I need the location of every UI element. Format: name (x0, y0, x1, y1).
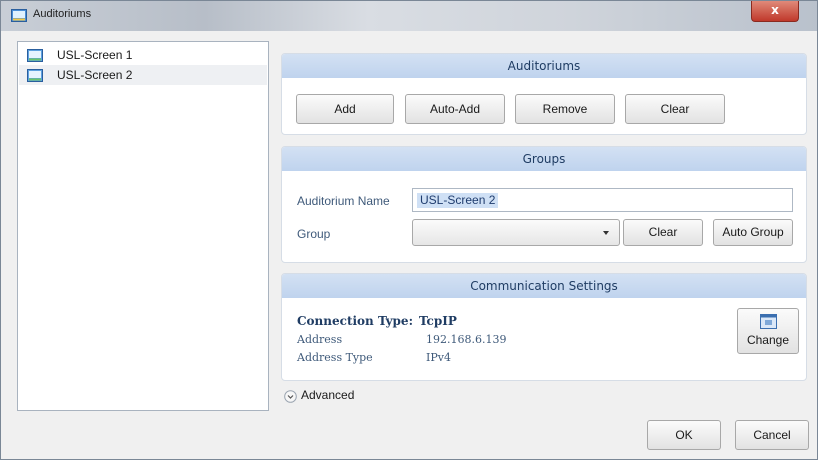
auditorium-name-input[interactable]: USL-Screen 2 (412, 188, 793, 212)
auditorium-name-label: Auditorium Name (297, 194, 390, 208)
advanced-expander[interactable]: Advanced (301, 388, 354, 402)
address-value: 192.168.6.139 (426, 333, 507, 346)
auto-group-button[interactable]: Auto Group (713, 219, 793, 246)
cancel-button[interactable]: Cancel (735, 420, 809, 450)
dropdown-arrow-icon (603, 231, 609, 235)
auditorium-icon (27, 48, 43, 62)
address-label: Address (297, 333, 343, 346)
change-button-label: Change (746, 333, 790, 347)
settings-dialog-icon (760, 314, 777, 329)
address-type-value: IPv4 (426, 351, 451, 364)
auditorium-list[interactable]: USL-Screen 1 USL-Screen 2 (17, 41, 269, 411)
add-button[interactable]: Add (296, 94, 394, 124)
auditorium-icon (11, 9, 27, 22)
communication-settings-header: Communication Settings (282, 274, 806, 298)
address-type-label: Address Type (297, 351, 373, 364)
auditoriums-header: Auditoriums (282, 54, 806, 78)
auto-add-button[interactable]: Auto-Add (405, 94, 505, 124)
window-title: Auditoriums (33, 8, 92, 20)
title-bar[interactable]: Auditoriums x (1, 1, 817, 31)
group-label: Group (297, 227, 331, 241)
auditorium-icon (27, 68, 43, 82)
auditoriums-window: Auditoriums x USL-Screen 1 USL-Screen 2 … (0, 0, 818, 460)
change-button[interactable]: Change (737, 308, 799, 354)
close-icon: x (771, 3, 779, 17)
chevron-down-icon[interactable] (284, 390, 297, 403)
list-item[interactable]: USL-Screen 2 (19, 65, 267, 85)
groups-header: Groups (282, 147, 806, 171)
ok-button[interactable]: OK (647, 420, 721, 450)
close-button[interactable]: x (751, 1, 799, 22)
clear-auditoriums-button[interactable]: Clear (625, 94, 725, 124)
remove-button[interactable]: Remove (515, 94, 615, 124)
connection-type-label: Connection Type: (297, 314, 413, 328)
list-item-label: USL-Screen 1 (57, 48, 133, 62)
clear-group-button[interactable]: Clear (623, 219, 703, 246)
auditorium-name-value: USL-Screen 2 (417, 193, 499, 208)
connection-type-value: TcpIP (419, 314, 457, 328)
list-item-label: USL-Screen 2 (57, 68, 133, 82)
list-item[interactable]: USL-Screen 1 (19, 45, 267, 65)
group-dropdown[interactable] (412, 219, 620, 246)
